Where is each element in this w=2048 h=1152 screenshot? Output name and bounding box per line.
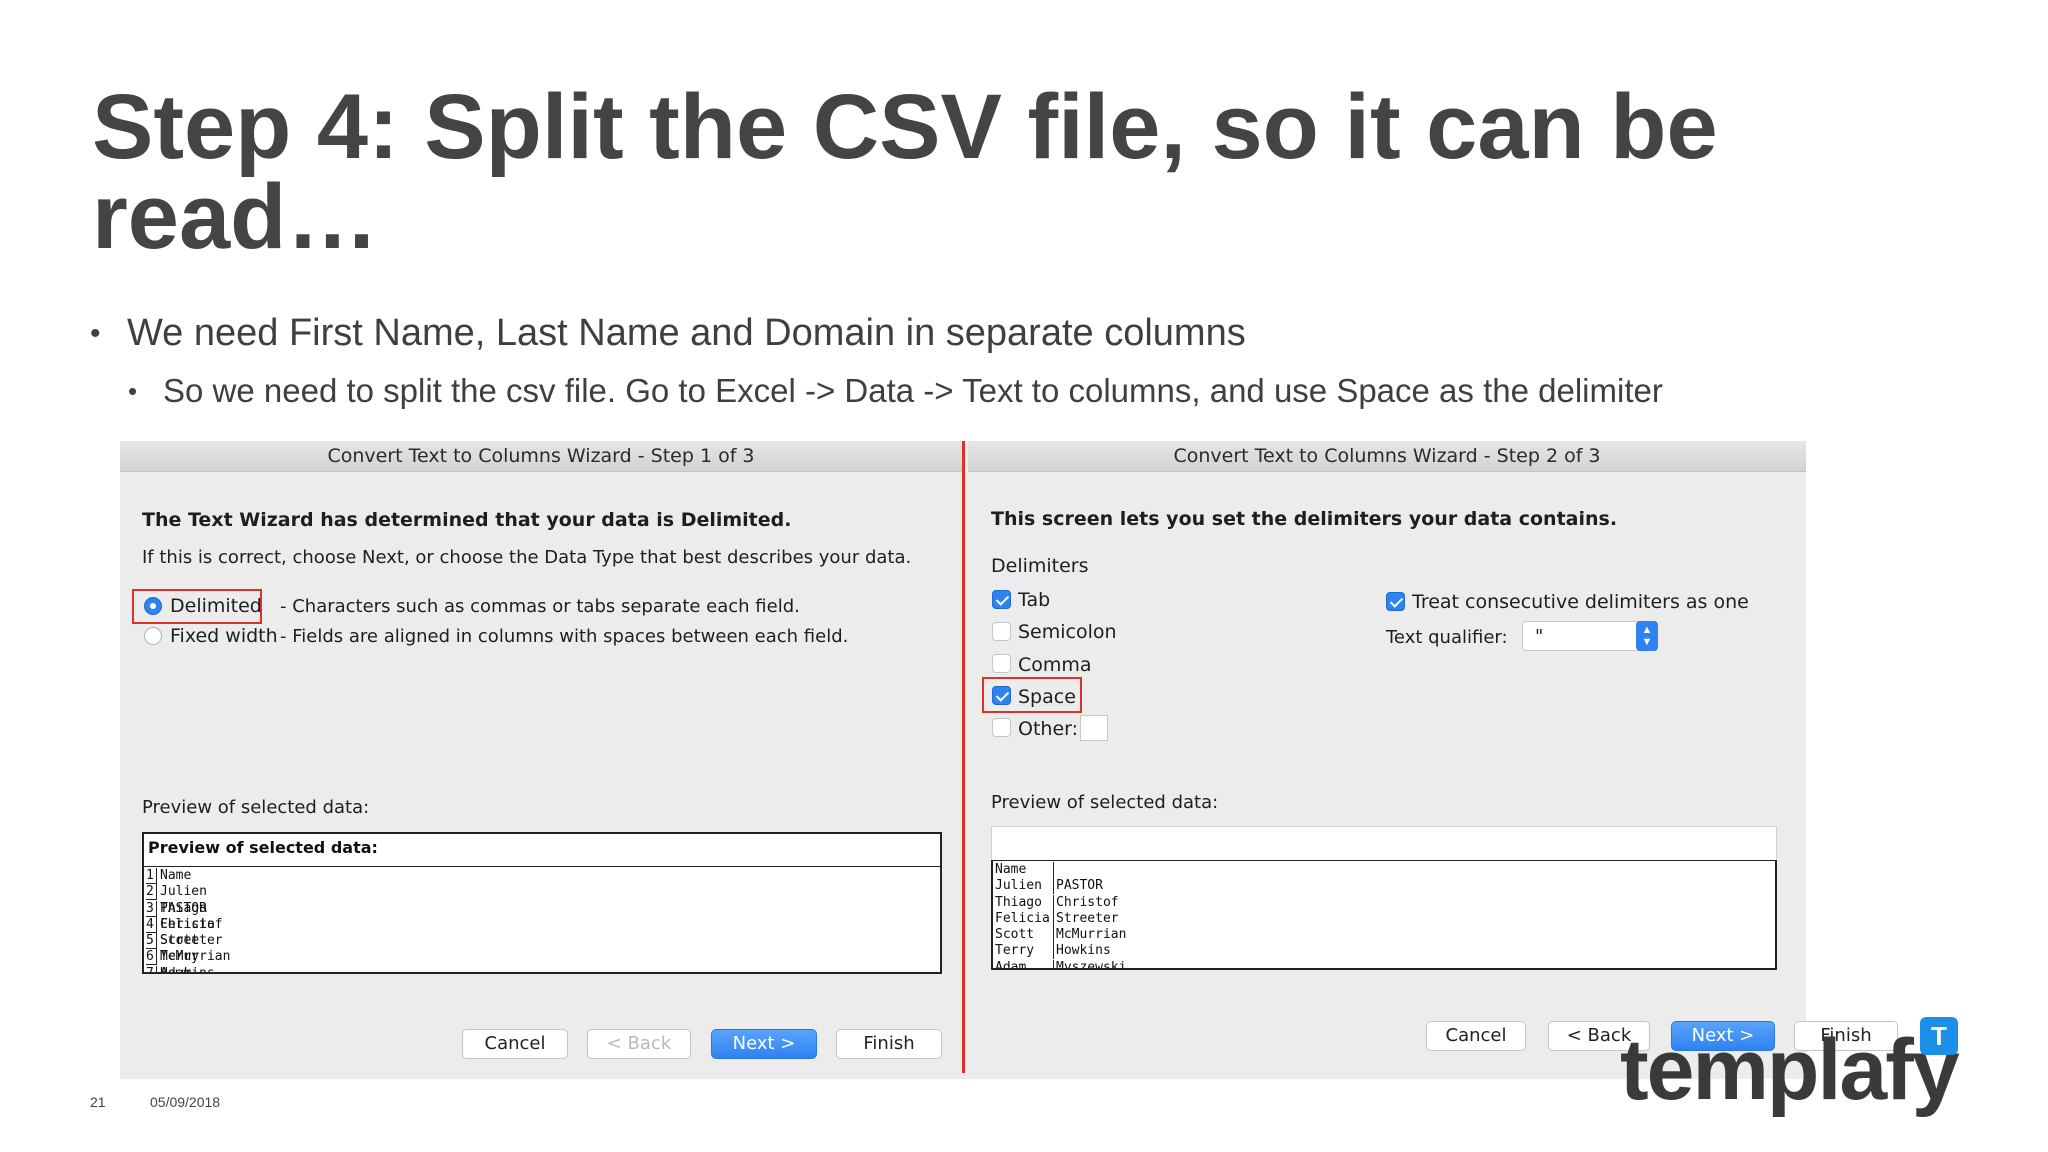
first-name-cell: Thiago: [995, 894, 1042, 910]
templafy-logo-text: templafy: [1620, 1022, 1960, 1118]
bullet-1: • We need First Name, Last Name and Doma…: [90, 312, 1246, 355]
text-qualifier-select[interactable]: " ▲ ▼: [1522, 621, 1658, 651]
wizard-step1-cancel-button[interactable]: Cancel: [462, 1029, 568, 1059]
first-name-cell: Scott: [995, 927, 1035, 943]
bullet-2: • So we need to split the csv file. Go t…: [128, 372, 1663, 410]
tab-checkbox-label[interactable]: Tab: [1018, 589, 1050, 611]
fixed-width-label[interactable]: Fixed width: [170, 625, 278, 647]
consecutive-delimiters-checkbox[interactable]: [1386, 592, 1405, 611]
tab-checkbox[interactable]: [992, 590, 1011, 609]
last-name-cell: [1053, 862, 1056, 878]
last-name-cell: PASTOR: [1053, 878, 1103, 895]
wizard-step2-window: Convert Text to Columns Wizard - Step 2 …: [968, 441, 1898, 1079]
wizard-step1-preview-list[interactable]: 1 Name 2 Julien PASTOR 3 Thiago Christof 4 Feli…: [142, 866, 942, 974]
space-checkbox-label[interactable]: Space: [1018, 686, 1076, 708]
last-name-cell: Streeter: [1053, 910, 1119, 927]
bullet-1-marker: •: [90, 317, 101, 350]
delimited-description: - Characters such as commas or tabs sepa…: [280, 596, 800, 617]
first-name-cell: Adam: [995, 959, 1027, 970]
templafy-logo: templafy T: [1620, 1017, 1960, 1120]
delimited-label[interactable]: Delimited: [170, 595, 262, 617]
row-text: Name: [160, 868, 192, 883]
fixed-width-radio[interactable]: [144, 627, 162, 645]
semicolon-checkbox[interactable]: [992, 622, 1011, 641]
semicolon-checkbox-label[interactable]: Semicolon: [1018, 621, 1117, 643]
last-name-cell: Christof: [1053, 894, 1119, 911]
last-name-cell: McMurrian: [1053, 927, 1126, 944]
wizard-step1-finish-button[interactable]: Finish: [836, 1029, 942, 1059]
comma-checkbox[interactable]: [992, 654, 1011, 673]
first-name-cell: Name: [995, 862, 1027, 877]
wizard-step1-titlebar: Convert Text to Columns Wizard - Step 1 …: [120, 441, 962, 472]
select-stepper-icon[interactable]: ▲ ▼: [1636, 621, 1658, 651]
wizard-step2-preview-list[interactable]: Name Julien PASTOR Thiago Christof Felicia Str…: [991, 860, 1777, 970]
text-qualifier-value: ": [1535, 626, 1544, 647]
row-number: 6: [146, 949, 157, 966]
delimiters-label: Delimiters: [991, 555, 1089, 577]
slide-page-number: 21: [90, 1094, 106, 1110]
slide-date: 05/09/2018: [150, 1094, 221, 1110]
panel-divider: [962, 441, 965, 1073]
bullet-2-text: So we need to split the csv file. Go to …: [163, 372, 1663, 409]
row-number: 4: [146, 916, 157, 933]
text-qualifier-label: Text qualifier:: [1386, 627, 1508, 648]
templafy-badge-icon: T: [1920, 1017, 1958, 1055]
row-number: 7: [146, 965, 157, 972]
row-text: Adam Myszewski: [160, 965, 192, 974]
wizard-step2-preview-label: Preview of selected data:: [991, 792, 1219, 813]
wizard-step1-preview-header: Preview of selected data:: [142, 832, 942, 868]
first-name-cell: Felicia: [995, 910, 1050, 926]
wizard-step1-back-button[interactable]: < Back: [587, 1029, 691, 1059]
wizard-step2-titlebar: Convert Text to Columns Wizard - Step 2 …: [968, 441, 1806, 472]
last-name-cell: Myszewski: [1053, 959, 1126, 968]
bullet-1-text: We need First Name, Last Name and Domain…: [127, 312, 1246, 354]
first-name-cell: Julien: [995, 878, 1042, 894]
wizard-step1-preview-label: Preview of selected data:: [142, 797, 370, 818]
wizard-step2-preview-header: [991, 826, 1777, 861]
wizard-screenshot: Convert Text to Columns Wizard - Step 1 …: [120, 441, 1898, 1079]
wizard-step1-heading: The Text Wizard has determined that your…: [142, 509, 792, 531]
wizard-step2-cancel-button[interactable]: Cancel: [1426, 1021, 1526, 1051]
slide-title: Step 4: Split the CSV file, so it can be…: [92, 76, 1718, 268]
wizard-step1-next-button[interactable]: Next >: [711, 1029, 817, 1059]
other-checkbox-label[interactable]: Other:: [1018, 718, 1078, 740]
bullet-2-marker: •: [128, 376, 138, 406]
row-number: 2: [146, 884, 157, 901]
row-number: 5: [146, 933, 157, 950]
row-number: 1: [146, 868, 157, 884]
wizard-step1-window: Convert Text to Columns Wizard - Step 1 …: [120, 441, 962, 1079]
preview-header-text: Preview of selected data:: [148, 838, 378, 857]
delimited-radio[interactable]: [144, 597, 162, 615]
row-number: 3: [146, 900, 157, 917]
fixed-width-description: - Fields are aligned in columns with spa…: [280, 626, 849, 647]
consecutive-delimiters-label[interactable]: Treat consecutive delimiters as one: [1412, 591, 1749, 613]
comma-checkbox-label[interactable]: Comma: [1018, 654, 1092, 676]
other-checkbox[interactable]: [992, 718, 1011, 737]
space-checkbox[interactable]: [992, 686, 1011, 705]
wizard-step2-heading: This screen lets you set the delimiters …: [991, 508, 1618, 530]
wizard-step1-instruction: If this is correct, choose Next, or choo…: [142, 547, 912, 568]
other-delimiter-input[interactable]: [1080, 715, 1108, 741]
first-name-cell: Terry: [995, 943, 1035, 959]
last-name-cell: Howkins: [1053, 943, 1111, 960]
